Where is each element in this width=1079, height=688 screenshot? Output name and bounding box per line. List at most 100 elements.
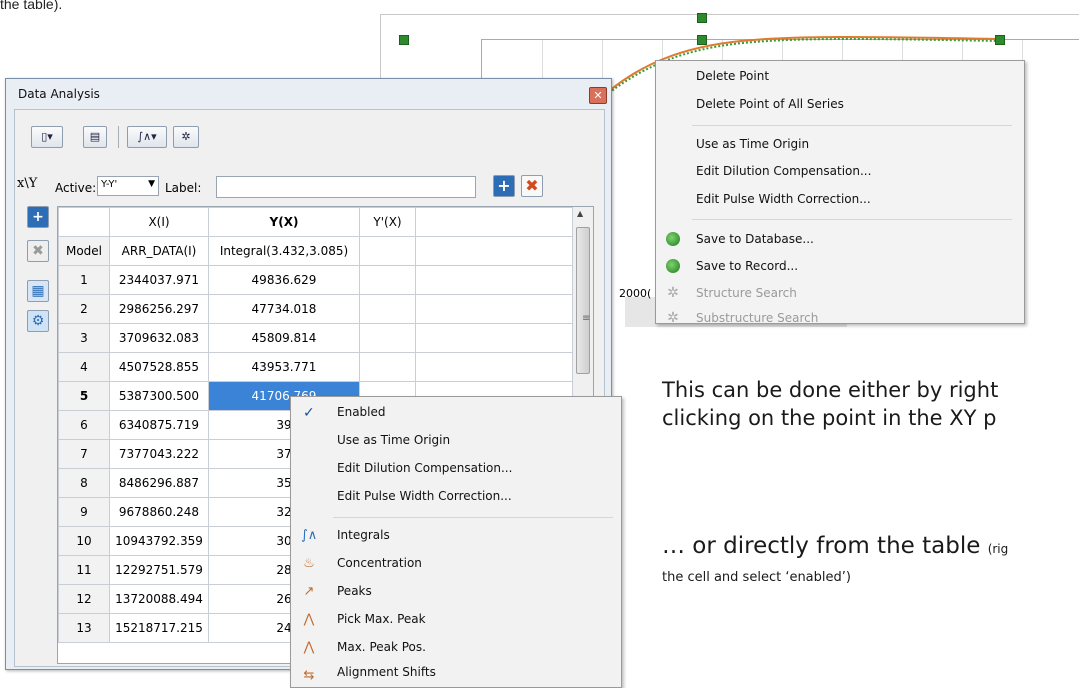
menu-structure-search: Structure Search [696, 286, 797, 300]
copy-button[interactable]: ▤ [83, 126, 107, 148]
structure-icon: ✲ [667, 285, 679, 301]
row-number[interactable]: 7 [58, 439, 110, 469]
menu-alignment-shifts[interactable]: Alignment Shifts [337, 665, 436, 679]
table-row[interactable]: 4 4507528.855 43953.771 [58, 352, 577, 382]
table-row[interactable]: 1 2344037.971 49836.629 [58, 265, 577, 295]
selection-handle[interactable] [995, 35, 1005, 45]
x-cell[interactable]: 4507528.855 [109, 352, 209, 382]
menu-use-time-origin[interactable]: Use as Time Origin [696, 137, 809, 151]
y-cell[interactable]: 49836.629 [208, 265, 360, 295]
alignment-icon: ⇆ [303, 668, 315, 683]
copy-icon: ▤ [89, 130, 101, 143]
menu-edit-pulse-width[interactable]: Edit Pulse Width Correction... [337, 489, 512, 503]
yprime-cell[interactable] [359, 323, 416, 353]
label-input[interactable] [216, 176, 476, 198]
selection-handle[interactable] [697, 35, 707, 45]
yprime-cell[interactable] [359, 265, 416, 295]
menu-edit-dilution[interactable]: Edit Dilution Compensation... [696, 164, 871, 178]
menu-peaks[interactable]: Peaks [337, 584, 372, 598]
table-row[interactable]: 3 3709632.083 45809.814 [58, 323, 577, 353]
x-cell[interactable]: 6340875.719 [109, 410, 209, 440]
selection-handle[interactable] [399, 35, 409, 45]
slide-text-line: the cell and select ‘enabled’) [662, 570, 851, 585]
header-cell[interactable] [415, 207, 577, 237]
row-number[interactable]: 4 [58, 352, 110, 382]
x-cell[interactable]: 9678860.248 [109, 497, 209, 527]
remove-series-button[interactable]: ✖ [521, 175, 543, 197]
menu-pick-max-peak[interactable]: Pick Max. Peak [337, 612, 426, 626]
menu-edit-pulse-width[interactable]: Edit Pulse Width Correction... [696, 192, 871, 206]
gear-icon: ✲ [181, 130, 191, 143]
menu-save-to-record[interactable]: Save to Record... [696, 259, 798, 273]
x-cell[interactable]: 12292751.579 [109, 555, 209, 585]
peaks-icon: ↗ [303, 584, 315, 599]
scroll-up-icon[interactable]: ▲ [577, 209, 583, 218]
chart-button[interactable]: ▦ [27, 280, 49, 302]
row-number[interactable]: 6 [58, 410, 110, 440]
menu-delete-point-all[interactable]: Delete Point of All Series [696, 97, 844, 111]
x-cell[interactable]: 8486296.887 [109, 468, 209, 498]
subheader-cell [415, 236, 577, 266]
menu-save-to-database[interactable]: Save to Database... [696, 232, 814, 246]
add-row-button[interactable]: + [27, 206, 49, 228]
concentration-icon: ♨ [303, 556, 315, 571]
menu-edit-dilution[interactable]: Edit Dilution Compensation... [337, 461, 512, 475]
row-number[interactable]: 8 [58, 468, 110, 498]
row-number[interactable]: 11 [58, 555, 110, 585]
fit-button[interactable]: ⚙ [27, 310, 49, 332]
x-tick-label: 2000( [619, 287, 652, 300]
integrals-icon: ∫∧ [301, 528, 318, 543]
toolbar-separator [118, 126, 119, 148]
integrals-button[interactable]: ∫∧▾ [127, 126, 167, 148]
y-cell[interactable]: 47734.018 [208, 294, 360, 324]
y-cell[interactable]: 45809.814 [208, 323, 360, 353]
new-document-button[interactable]: ▯▾ [31, 126, 63, 148]
row-number[interactable]: 2 [58, 294, 110, 324]
table-context-menu: ✓ Enabled Use as Time Origin Edit Diluti… [290, 396, 622, 688]
header-cell[interactable]: X(I) [109, 207, 209, 237]
row-number[interactable]: 3 [58, 323, 110, 353]
yprime-cell[interactable] [359, 352, 416, 382]
header-cell[interactable]: Y(X) [208, 207, 360, 237]
x-icon: ✖ [32, 243, 44, 259]
menu-integrals[interactable]: Integrals [337, 528, 390, 542]
delete-row-button[interactable]: ✖ [27, 240, 49, 262]
x-cell[interactable]: 13720088.494 [109, 584, 209, 614]
menu-use-time-origin[interactable]: Use as Time Origin [337, 433, 450, 447]
header-cell[interactable]: Y'(X) [359, 207, 416, 237]
row-number[interactable]: 13 [58, 613, 110, 643]
x-cell[interactable]: 5387300.500 [109, 381, 209, 411]
header-cell[interactable] [58, 207, 110, 237]
document-icon: ▯▾ [41, 130, 53, 143]
row-number[interactable]: 5 [58, 381, 110, 411]
active-select[interactable]: Y-Y' ▼ [97, 176, 159, 196]
x-cell[interactable]: 2986256.297 [109, 294, 209, 324]
scroll-thumb[interactable]: ≡ [576, 227, 590, 374]
add-series-button[interactable]: + [493, 175, 515, 197]
menu-enabled[interactable]: Enabled [337, 405, 386, 419]
row-number[interactable]: 9 [58, 497, 110, 527]
slide-text-line: … or directly from the table (rig [662, 533, 1008, 559]
menu-concentration[interactable]: Concentration [337, 556, 422, 570]
yprime-cell[interactable] [359, 294, 416, 324]
menu-delete-point[interactable]: Delete Point [696, 69, 769, 83]
settings-button[interactable]: ✲ [173, 126, 199, 148]
x-cell[interactable]: 3709632.083 [109, 323, 209, 353]
xy-symbol: x\Y [17, 176, 38, 191]
menu-max-peak-pos[interactable]: Max. Peak Pos. [337, 640, 426, 654]
subheader-cell: Integral(3.432,3.085) [208, 236, 360, 266]
x-cell[interactable]: 2344037.971 [109, 265, 209, 295]
selection-handle[interactable] [697, 13, 707, 23]
row-number[interactable]: 1 [58, 265, 110, 295]
row-number[interactable]: 12 [58, 584, 110, 614]
active-select-value: Y-Y' [101, 179, 118, 190]
close-button[interactable]: ✕ [589, 87, 607, 104]
y-cell[interactable]: 43953.771 [208, 352, 360, 382]
window-title: Data Analysis [18, 87, 100, 101]
x-cell[interactable]: 15218717.215 [109, 613, 209, 643]
x-cell[interactable]: 7377043.222 [109, 439, 209, 469]
grip-icon: ≡ [582, 313, 591, 324]
table-row[interactable]: 2 2986256.297 47734.018 [58, 294, 577, 324]
row-number[interactable]: 10 [58, 526, 110, 556]
x-cell[interactable]: 10943792.359 [109, 526, 209, 556]
